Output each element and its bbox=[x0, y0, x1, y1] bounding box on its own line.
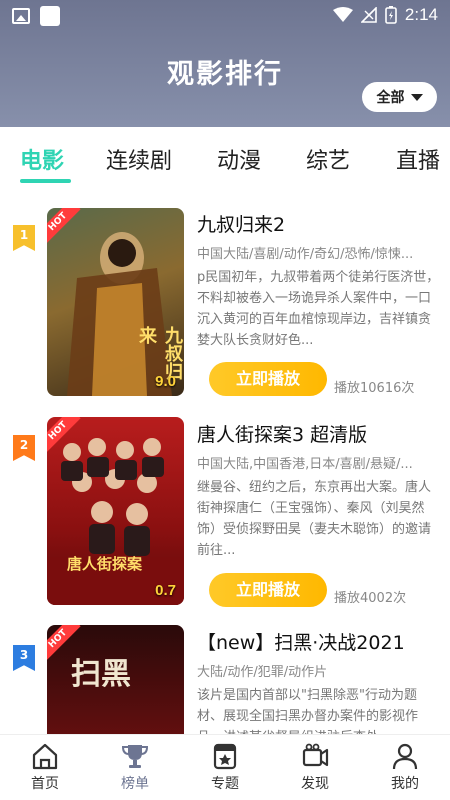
list-item[interactable]: 1 九叔归来 HOT 9.0 九叔归来2 中国大陆/喜剧/动作/奇幻/恐怖/惊悚… bbox=[0, 189, 450, 399]
play-now-button[interactable]: 立即播放 bbox=[209, 362, 327, 396]
discover-icon bbox=[302, 743, 329, 767]
wifi-icon bbox=[332, 7, 353, 22]
battery-icon bbox=[385, 6, 397, 24]
tab-series[interactable]: 连续剧 bbox=[106, 143, 172, 175]
filter-label: 全部 bbox=[376, 90, 405, 106]
nav-me[interactable]: 我的 bbox=[360, 735, 450, 800]
item-tags: 大陆/动作/犯罪/动作片 bbox=[197, 665, 328, 680]
app-notification-icon bbox=[40, 6, 60, 26]
poster-art bbox=[47, 438, 184, 605]
tab-live[interactable]: 直播 bbox=[396, 143, 440, 175]
nav-label: 榜单 bbox=[121, 776, 149, 792]
nav-topics[interactable]: 专题 bbox=[180, 735, 270, 800]
poster-title: 唐人街探案 bbox=[67, 555, 143, 573]
chevron-down-icon bbox=[410, 93, 423, 101]
nav-label: 首页 bbox=[31, 776, 59, 792]
active-tab-indicator bbox=[20, 179, 71, 183]
signal-icon bbox=[360, 7, 377, 23]
movie-poster[interactable]: 扫黑 HOT bbox=[47, 625, 184, 734]
rank-badge: 3 bbox=[13, 645, 35, 671]
item-description: p民国初年，九叔带着两个徒弟行医济世，不料却被卷入一场诡异杀人案件中，一口沉入黄… bbox=[197, 270, 440, 348]
status-bar: 2:14 bbox=[0, 0, 450, 32]
list-item[interactable]: 3 扫黑 HOT 【new】扫黑·决战2021 大陆/动作/犯罪/动作片 该片是… bbox=[0, 609, 450, 734]
rating-score: 0.7 bbox=[155, 582, 176, 599]
item-title[interactable]: 唐人街探案3 超清版 bbox=[197, 420, 367, 447]
play-count: 播放10616次 bbox=[334, 381, 415, 396]
rank-badge: 2 bbox=[13, 435, 35, 461]
nav-label: 我的 bbox=[391, 776, 419, 792]
filter-dropdown[interactable]: 全部 bbox=[362, 82, 437, 112]
nav-label: 专题 bbox=[211, 776, 239, 792]
nav-discover[interactable]: 发现 bbox=[270, 735, 360, 800]
home-icon bbox=[32, 743, 58, 770]
item-tags: 中国大陆,中国香港,日本/喜剧/悬疑/... bbox=[197, 457, 413, 472]
trophy-icon bbox=[121, 745, 149, 768]
tab-anime[interactable]: 动漫 bbox=[217, 143, 261, 175]
nav-label: 发现 bbox=[301, 776, 329, 792]
tab-movies[interactable]: 电影 bbox=[20, 143, 64, 175]
poster-title: 扫黑 bbox=[71, 657, 131, 692]
play-count: 播放4002次 bbox=[334, 591, 407, 606]
image-notification-icon bbox=[12, 8, 30, 24]
nav-ranking[interactable]: 榜单 bbox=[90, 735, 180, 800]
rank-badge: 1 bbox=[13, 225, 35, 251]
play-now-button[interactable]: 立即播放 bbox=[209, 573, 327, 607]
status-time: 2:14 bbox=[404, 5, 438, 24]
item-title[interactable]: 【new】扫黑·决战2021 bbox=[197, 628, 405, 655]
topic-icon bbox=[213, 743, 237, 770]
item-description: 该片是国内首部以"扫黑除恶"行动为题材、展现全国扫黑办督办案件的影视作品，讲述某… bbox=[197, 688, 419, 734]
category-tabs: 电影 连续剧 动漫 综艺 直播 bbox=[0, 127, 450, 189]
ranking-list: 1 九叔归来 HOT 9.0 九叔归来2 中国大陆/喜剧/动作/奇幻/恐怖/惊悚… bbox=[0, 189, 450, 734]
item-description: 继曼谷、纽约之后，东京再出大案。唐人街神探唐仁（王宝强饰）、秦风（刘昊然饰）受侦… bbox=[197, 480, 432, 558]
header: 2:14 观影排行 全部 bbox=[0, 0, 450, 127]
rating-score: 9.0 bbox=[155, 373, 176, 390]
movie-poster[interactable]: 唐人街探案 HOT 0.7 bbox=[47, 417, 184, 605]
item-tags: 中国大陆/喜剧/动作/奇幻/恐怖/惊悚... bbox=[197, 247, 414, 262]
bottom-navigation: 首页 榜单 专题 发现 我的 bbox=[0, 734, 450, 800]
movie-poster[interactable]: 九叔归来 HOT 9.0 bbox=[47, 208, 184, 396]
item-title[interactable]: 九叔归来2 bbox=[197, 210, 285, 237]
nav-home[interactable]: 首页 bbox=[0, 735, 90, 800]
list-item[interactable]: 2 唐人街探案 HOT 0.7 唐人街探案3 超清版 中国大陆,中国香港,日本/… bbox=[0, 399, 450, 609]
tab-variety[interactable]: 综艺 bbox=[306, 143, 350, 175]
user-icon bbox=[392, 743, 418, 770]
